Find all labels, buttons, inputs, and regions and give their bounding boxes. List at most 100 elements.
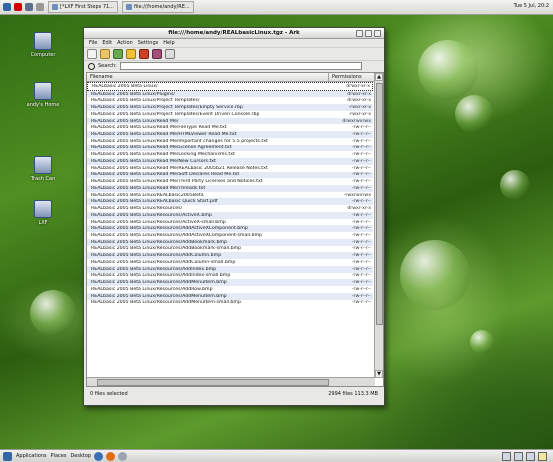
table-row[interactable]: REALbasic 2005 Beta Linux/Read Me/Soft D… <box>87 171 373 179</box>
table-row[interactable]: REALbasic 2005 Beta Linux/Resources/AddB… <box>87 246 373 253</box>
desktop-icon-label: andy's Home <box>26 102 60 108</box>
menu-places[interactable]: Places <box>51 453 67 459</box>
bottom-panel: Applications Places Desktop <box>0 449 553 462</box>
cell-permissions: -rw-r--r-- <box>351 212 371 218</box>
cell-permissions: -rw-r--r-- <box>351 145 371 151</box>
desktop-icon-home[interactable]: andy's Home <box>25 82 61 108</box>
table-row[interactable]: REALbasic 2005 Beta Linux/Resources/AddA… <box>87 232 373 239</box>
cell-filename: REALbasic 2005 Beta Linux/Read Me/ <box>91 118 179 124</box>
folder-icon <box>34 200 52 218</box>
column-header-filename[interactable]: Filename <box>87 73 329 81</box>
add-file-icon[interactable] <box>113 49 123 59</box>
table-row[interactable]: REALbasic 2005 Beta Linux/Resources/drwx… <box>87 205 373 212</box>
menu-action[interactable]: Action <box>117 40 133 46</box>
system-tray <box>499 452 547 461</box>
horizontal-scrollbar[interactable] <box>87 377 375 386</box>
table-row[interactable]: REALbasic 2005 Beta Linux/Read Me/Import… <box>87 138 373 145</box>
cell-filename: REALbasic 2005 Beta Linux/Read Me/Third … <box>91 179 263 185</box>
table-row[interactable]: REALbasic 2005 Beta Linux/Resources/AddM… <box>87 279 373 287</box>
battery-icon[interactable] <box>526 452 535 461</box>
table-row[interactable]: REALbasic 2005 Beta Linux/Read Me/Lockin… <box>87 151 373 158</box>
terminal-icon[interactable] <box>25 3 33 11</box>
table-row[interactable]: REALbasic 2005 Beta Linux/Resources/AddR… <box>87 286 373 293</box>
mail-icon[interactable] <box>106 451 116 461</box>
minimize-button[interactable] <box>356 30 363 37</box>
column-header-permissions[interactable]: Permissions <box>329 73 374 81</box>
table-row[interactable]: REALbasic 2005 Beta Linux/Read Me/HTMLVi… <box>87 131 373 138</box>
table-row[interactable]: REALbasic 2005 Beta Linux/REALbasic Quic… <box>87 198 373 206</box>
taskbar-item-lxf[interactable]: [*LXF First Steps 71... <box>48 1 118 13</box>
cell-filename: REALbasic 2005 Beta Linux/Resources/AddI… <box>91 273 231 279</box>
table-row[interactable]: REALbasic 2005 Beta Linux/Read Me/FileTy… <box>87 124 373 131</box>
water-drop <box>30 290 76 336</box>
scroll-up-arrow[interactable]: ▲ <box>375 73 383 81</box>
table-row[interactable]: REALbasic 2005 Beta Linux/Read Me/Thread… <box>87 185 373 192</box>
volume-icon[interactable] <box>514 452 523 461</box>
clock[interactable]: Tue 5 Jul, 20:2 <box>514 3 549 9</box>
table-row[interactable]: REALbasic 2005 Beta Linux/Resources/AddA… <box>87 225 373 233</box>
table-row[interactable]: REALbasic 2005 Beta Linux/Project Templa… <box>87 111 373 118</box>
workspace-icon[interactable] <box>538 452 547 461</box>
menu-applications[interactable]: Applications <box>16 453 47 459</box>
vertical-scrollbar[interactable]: ▲ ▼ <box>374 73 383 378</box>
scroll-down-arrow[interactable]: ▼ <box>375 370 383 378</box>
desktop-icon-trash[interactable]: Trash Can <box>25 156 61 182</box>
scrollbar-thumb[interactable] <box>376 83 383 325</box>
editor-icon[interactable] <box>118 451 128 461</box>
table-row[interactable]: REALbasic 2005 Beta Linux/Resources/Acti… <box>87 211 373 219</box>
menu-desktop[interactable]: Desktop <box>70 453 91 459</box>
app-menu-icon[interactable] <box>3 3 11 11</box>
table-row[interactable]: REALbasic 2005 Beta Linux/Project Templa… <box>87 104 373 111</box>
table-row[interactable]: REALbasic 2005 Beta Linux/drwxr-xr-x <box>87 82 373 91</box>
delete-icon[interactable] <box>139 49 149 59</box>
search-input[interactable] <box>119 62 362 70</box>
table-row[interactable]: REALbasic 2005 Beta Linux/Plugins/drwxr-… <box>87 90 373 98</box>
menu-help[interactable]: Help <box>163 40 174 46</box>
table-row[interactable]: REALbasic 2005 Beta Linux/Resources/AddC… <box>87 252 373 260</box>
open-folder-icon[interactable] <box>100 49 110 59</box>
scrollbar-thumb[interactable] <box>97 379 329 386</box>
trash-icon[interactable] <box>36 3 44 11</box>
menu-file[interactable]: File <box>89 40 97 46</box>
desktop-icon-lxf[interactable]: LXF <box>25 200 61 226</box>
extract-icon[interactable] <box>152 49 162 59</box>
cell-filename: REALbasic 2005 Beta Linux/Project Templa… <box>91 98 200 104</box>
cell-permissions: drwxr-xr-x <box>347 98 371 104</box>
search-icon <box>88 62 95 70</box>
table-row[interactable]: REALbasic 2005 Beta Linux/Resources/AddI… <box>87 273 373 280</box>
add-folder-icon[interactable] <box>126 49 136 59</box>
table-row[interactable]: REALbasic 2005 Beta Linux/Resources/AddC… <box>87 259 373 266</box>
network-icon[interactable] <box>502 452 511 461</box>
table-row[interactable]: REALbasic 2005 Beta Linux/Resources/AddM… <box>87 300 373 307</box>
table-row[interactable]: REALbasic 2005 Beta Linux/Project Templa… <box>87 97 373 104</box>
table-row[interactable]: REALbasic 2005 Beta Linux/Resources/AddM… <box>87 292 373 300</box>
view-icon[interactable] <box>165 49 175 59</box>
cell-permissions: -rw-r--r-- <box>351 172 371 178</box>
new-archive-icon[interactable] <box>87 49 97 59</box>
close-button[interactable] <box>374 30 381 37</box>
cell-filename: REALbasic 2005 Beta Linux/REALbasic2005B… <box>91 192 204 198</box>
cell-permissions: -rw-r--r-- <box>351 132 371 137</box>
table-row[interactable]: REALbasic 2005 Beta Linux/Resources/AddI… <box>87 265 373 273</box>
browser-icon[interactable] <box>94 451 104 461</box>
table-row[interactable]: REALbasic 2005 Beta Linux/REALbasic2005B… <box>87 192 373 199</box>
table-row[interactable]: REALbasic 2005 Beta Linux/Read Me/Licens… <box>87 144 373 152</box>
desktop-icon-computer[interactable]: Computer <box>25 32 61 58</box>
firefox-icon[interactable] <box>14 3 22 11</box>
table-row[interactable]: REALbasic 2005 Beta Linux/Read Me/Third … <box>87 178 373 185</box>
cell-permissions: -rw-r--r-- <box>351 266 371 272</box>
water-drop <box>455 95 493 133</box>
taskbar-item-label: [*LXF First Steps 71... <box>60 4 114 10</box>
maximize-button[interactable] <box>365 30 372 37</box>
table-row[interactable]: REALbasic 2005 Beta Linux/Read Me/drwxrw… <box>87 117 373 125</box>
menu-settings[interactable]: Settings <box>138 40 159 46</box>
table-row[interactable]: REALbasic 2005 Beta Linux/Resources/AddB… <box>87 238 373 246</box>
taskbar-item-ark[interactable]: file:///home/andy/RE... <box>121 1 194 13</box>
menu-edit[interactable]: Edit <box>102 40 112 46</box>
table-row[interactable]: REALbasic 2005 Beta Linux/Read Me/New Cu… <box>87 158 373 165</box>
window-titlebar[interactable]: file:///home/andy/REALbasicLinux.tgz - A… <box>84 28 384 39</box>
archive-icon <box>125 4 132 10</box>
table-row[interactable]: REALbasic 2005 Beta Linux/Resources/Acti… <box>87 219 373 226</box>
table-row[interactable]: REALbasic 2005 Beta Linux/Read Me/REALba… <box>87 165 373 172</box>
trash-icon <box>34 156 52 174</box>
